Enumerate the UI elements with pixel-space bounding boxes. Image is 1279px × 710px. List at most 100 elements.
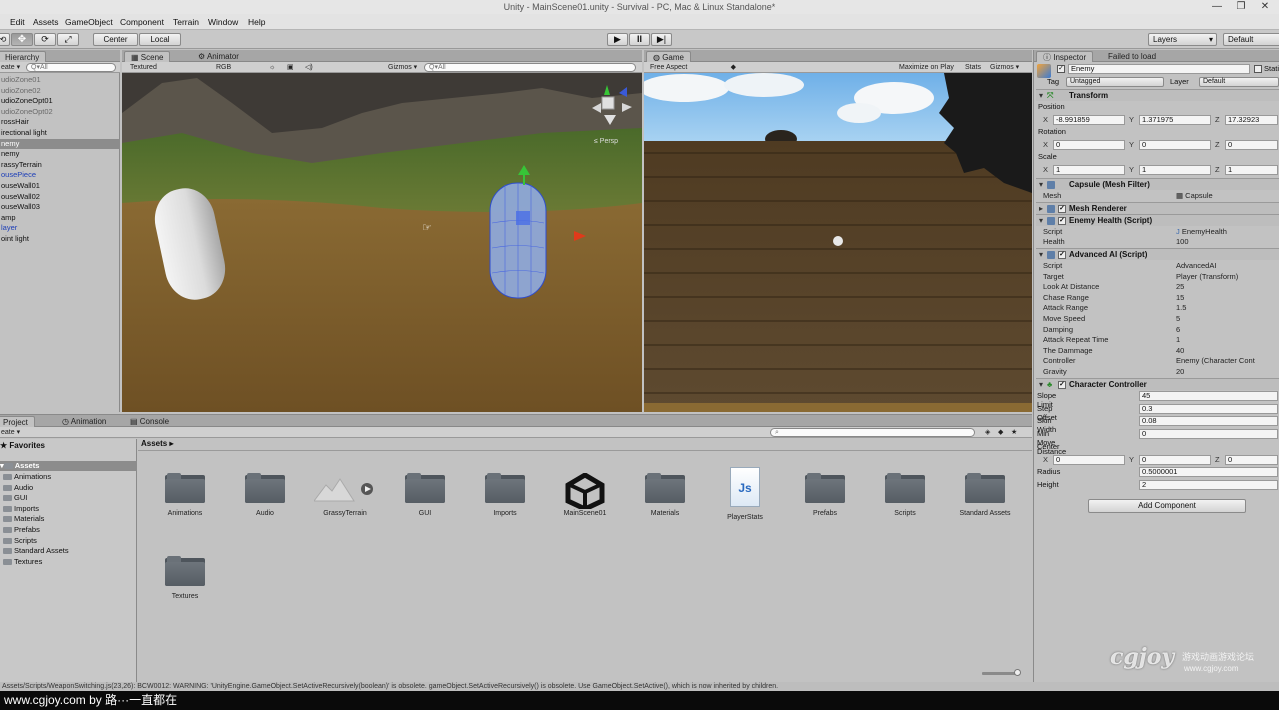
stats-toggle[interactable]: Stats (965, 63, 981, 72)
hand-tool-button[interactable]: ⟲ (0, 33, 10, 46)
field-value[interactable]: 5 (1176, 313, 1180, 324)
character-controller-enabled-checkbox[interactable]: ✓ (1058, 381, 1066, 389)
icon-size-slider-thumb[interactable] (1014, 669, 1021, 676)
transform-header[interactable]: ▾ ⤧ Transform (1036, 89, 1279, 101)
field-value[interactable]: 40 (1176, 345, 1184, 356)
active-checkbox[interactable]: ✓ (1057, 65, 1065, 73)
persp-label[interactable]: ≤ Persp (594, 138, 618, 145)
tree-folder-item[interactable]: Scripts (3, 536, 140, 546)
pause-button[interactable]: II (629, 33, 650, 46)
pivot-local-toggle[interactable]: Local (139, 33, 181, 46)
hierarchy-item[interactable]: rassyTerrain (0, 160, 120, 170)
asset-item[interactable]: GUI (385, 473, 465, 518)
add-component-button[interactable]: Add Component (1088, 499, 1246, 513)
rotation-x-field[interactable]: 0 (1053, 140, 1125, 150)
play-button[interactable]: ▶ (607, 33, 628, 46)
mesh-value-field[interactable]: ▦ Capsule (1176, 190, 1213, 201)
advanced-ai-header[interactable]: ▾ ✓ Advanced AI (Script) (1036, 248, 1279, 260)
field-value[interactable]: Enemy (Character Cont (1176, 355, 1255, 366)
health-value-field[interactable]: 100 (1176, 236, 1189, 247)
star-icon[interactable]: ★ (1011, 428, 1017, 437)
tab-game[interactable]: ◍ Game (646, 51, 691, 62)
mesh-renderer-header[interactable]: ▸ ✓ Mesh Renderer (1036, 202, 1279, 214)
project-create-dropdown[interactable]: eate ▾ (1, 428, 20, 437)
menu-gameobject[interactable]: GameObject (65, 16, 113, 28)
filter-label-icon[interactable]: ◆ (998, 428, 1003, 437)
hierarchy-item[interactable]: amp (0, 213, 120, 223)
tag-dropdown[interactable]: Untagged (1066, 77, 1164, 87)
asset-item[interactable]: GrassyTerrain (305, 473, 385, 518)
hierarchy-item[interactable]: ouseWall03 (0, 202, 120, 212)
scene-viewport[interactable]: ≤ Persp ☞ (122, 73, 642, 412)
asset-item[interactable]: Standard Assets (945, 473, 1025, 518)
tree-folder-item[interactable]: Textures (3, 557, 140, 567)
asset-item[interactable]: Prefabs (785, 473, 865, 518)
tree-folder-item[interactable]: Animations (3, 472, 140, 482)
object-name-field[interactable]: Enemy (1068, 64, 1250, 74)
field-value[interactable]: 20 (1176, 366, 1184, 377)
game-viewport[interactable] (644, 73, 1032, 412)
hierarchy-item[interactable]: udioZoneOpt02 (0, 107, 120, 117)
asset-item[interactable]: Materials (625, 473, 705, 518)
tab-console[interactable]: ▤ Console (124, 416, 175, 427)
field-value[interactable]: 25 (1176, 281, 1184, 292)
close-button[interactable]: ✕ (1256, 0, 1274, 14)
enemy-health-enabled-checkbox[interactable]: ✓ (1058, 217, 1066, 225)
scale-tool-button[interactable]: ⤢ (57, 33, 79, 46)
mesh-renderer-enabled-checkbox[interactable]: ✓ (1058, 205, 1066, 213)
shading-mode-dropdown[interactable]: Textured (130, 63, 208, 72)
pivot-center-toggle[interactable]: Center (93, 33, 138, 46)
tree-folder-item[interactable]: Imports (3, 504, 140, 514)
tree-folder-item[interactable]: GUI (3, 493, 140, 503)
menu-window[interactable]: Window (208, 16, 238, 28)
tab-failed-to-load[interactable]: Failed to load (1102, 51, 1162, 62)
static-checkbox[interactable] (1254, 65, 1262, 73)
field-value[interactable]: 15 (1176, 292, 1184, 303)
scale-x-field[interactable]: 1 (1053, 165, 1125, 175)
audio-icon[interactable]: ◁) (305, 63, 313, 72)
character-controller-header[interactable]: ▾ ♣ ✓ Character Controller (1036, 378, 1279, 390)
rotation-y-field[interactable]: 0 (1139, 140, 1211, 150)
image-icon[interactable]: ▣ (287, 63, 294, 72)
hierarchy-item[interactable]: udioZone01 (0, 75, 120, 85)
hierarchy-item[interactable]: nemy (0, 149, 120, 159)
hierarchy-item[interactable]: udioZoneOpt01 (0, 96, 120, 106)
radius-field[interactable]: 0.5000001 (1139, 467, 1278, 477)
status-bar[interactable]: Assets/Scripts/WeaponSwitching.js(23,26)… (0, 682, 1279, 691)
tab-animator[interactable]: ⚙ Animator (192, 51, 245, 62)
tab-animation[interactable]: ◷ Animation (56, 416, 112, 427)
tab-project[interactable]: Project (0, 416, 35, 427)
asset-item[interactable]: Animations (145, 473, 225, 518)
mesh-filter-header[interactable]: ▾ Capsule (Mesh Filter) (1036, 178, 1279, 190)
position-y-field[interactable]: 1.371975 (1139, 115, 1211, 125)
render-mode-dropdown[interactable]: RGB (216, 63, 286, 72)
hierarchy-item[interactable]: ouseWall02 (0, 192, 120, 202)
tab-scene[interactable]: ▦ Scene (124, 51, 171, 62)
center-y-field[interactable]: 0 (1139, 455, 1211, 465)
asset-item[interactable]: MainScene01 (545, 472, 625, 518)
project-breadcrumb[interactable]: Assets ▸ (141, 439, 173, 448)
layers-dropdown[interactable]: Layers ▾ (1148, 33, 1217, 46)
project-search-input[interactable]: ⌕ (770, 428, 975, 437)
hierarchy-item[interactable]: irectional light (0, 128, 120, 138)
enemy-health-header[interactable]: ▾ ✓ Enemy Health (Script) (1036, 214, 1279, 226)
menu-help[interactable]: Help (248, 16, 265, 28)
aspect-dropdown[interactable]: Free Aspect ◆ (650, 63, 736, 72)
field-value[interactable]: 1.5 (1176, 302, 1186, 313)
menu-component[interactable]: Component (120, 16, 164, 28)
position-x-field[interactable]: -8.991859 (1053, 115, 1125, 125)
move-tool-button[interactable]: ✥ (11, 33, 33, 46)
restore-button[interactable]: ❐ (1232, 0, 1250, 14)
field-value[interactable]: 0.08 (1139, 416, 1278, 426)
game-gizmos-dropdown[interactable]: Gizmos ▾ (990, 63, 1019, 72)
hierarchy-item[interactable]: layer (0, 223, 120, 233)
center-z-field[interactable]: 0 (1225, 455, 1278, 465)
center-x-field[interactable]: 0 (1053, 455, 1125, 465)
file-menu-partial[interactable] (0, 16, 6, 28)
asset-item[interactable]: Audio (225, 473, 305, 518)
position-z-field[interactable]: 17.32923 (1225, 115, 1278, 125)
step-button[interactable]: ▶| (651, 33, 672, 46)
advanced-ai-enabled-checkbox[interactable]: ✓ (1058, 251, 1066, 259)
tree-folder-item[interactable]: Audio (3, 483, 140, 493)
tab-inspector[interactable]: ⓘ Inspector (1036, 51, 1094, 62)
